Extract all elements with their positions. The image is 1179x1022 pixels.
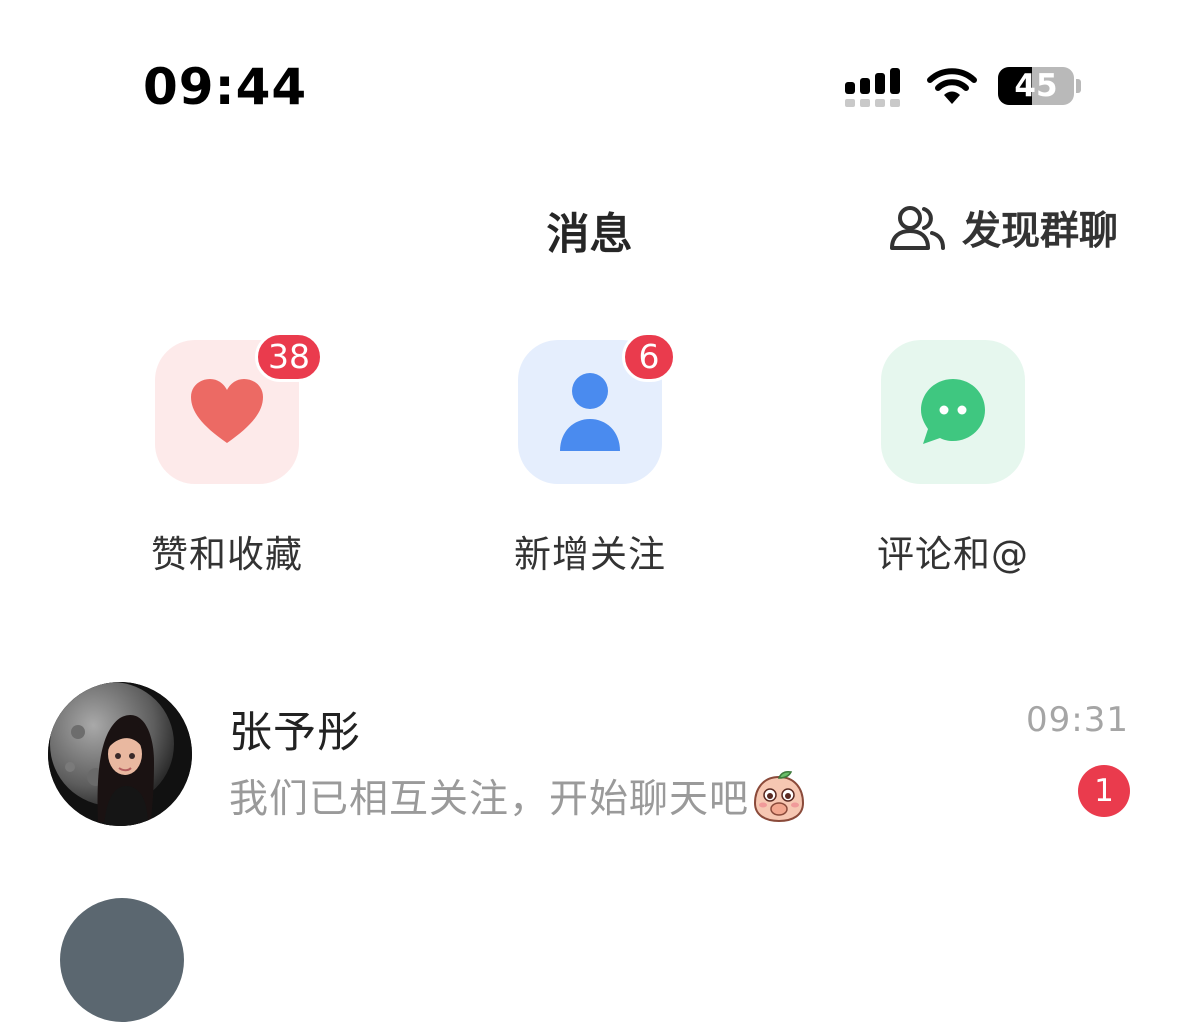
likes-icon-box: 38	[155, 332, 323, 484]
person-icon	[560, 373, 620, 451]
group-people-icon	[890, 206, 945, 250]
discover-group-chat-label: 发现群聊	[962, 209, 1119, 254]
battery-icon: 45	[998, 67, 1074, 105]
cellular-signal-icon	[845, 68, 900, 107]
message-preview-text: 我们已相互关注，开始聊天吧	[229, 777, 750, 822]
new-followers-label: 新增关注	[514, 533, 666, 576]
conversation-row[interactable]: 张予彤 我们已相互关注，开始聊天吧 09:31 1	[0, 680, 1179, 830]
likes-and-favorites-tile[interactable]: 38 赞和收藏	[112, 332, 342, 578]
unread-badge: 1	[1078, 765, 1130, 817]
heart-icon	[191, 379, 263, 443]
message-time: 09:31	[1026, 700, 1129, 740]
discover-group-chat-button[interactable]: 发现群聊	[890, 200, 1118, 256]
message-preview: 我们已相互关注，开始聊天吧	[229, 768, 807, 824]
battery-level: 45	[1014, 68, 1058, 104]
followers-icon-box: 6	[518, 332, 676, 484]
comments-icon-box	[881, 340, 1025, 484]
contact-name: 张予彤	[229, 708, 361, 758]
status-time: 09:44	[143, 58, 308, 116]
wifi-icon	[927, 68, 977, 104]
avatar-image	[48, 682, 192, 826]
shy-peach-sticker-icon	[754, 771, 805, 823]
followers-badge: 6	[622, 332, 676, 382]
chat-bubble-icon	[921, 379, 985, 444]
comments-and-mentions-tile[interactable]: 评论和@	[838, 340, 1068, 578]
likes-and-favorites-label: 赞和收藏	[151, 533, 303, 576]
likes-badge: 38	[255, 332, 323, 382]
avatar	[48, 682, 192, 826]
new-followers-tile[interactable]: 6 新增关注	[475, 332, 705, 578]
next-conversation-avatar[interactable]	[60, 898, 184, 1022]
comments-and-mentions-label: 评论和@	[877, 533, 1029, 576]
battery-tip	[1076, 79, 1081, 93]
